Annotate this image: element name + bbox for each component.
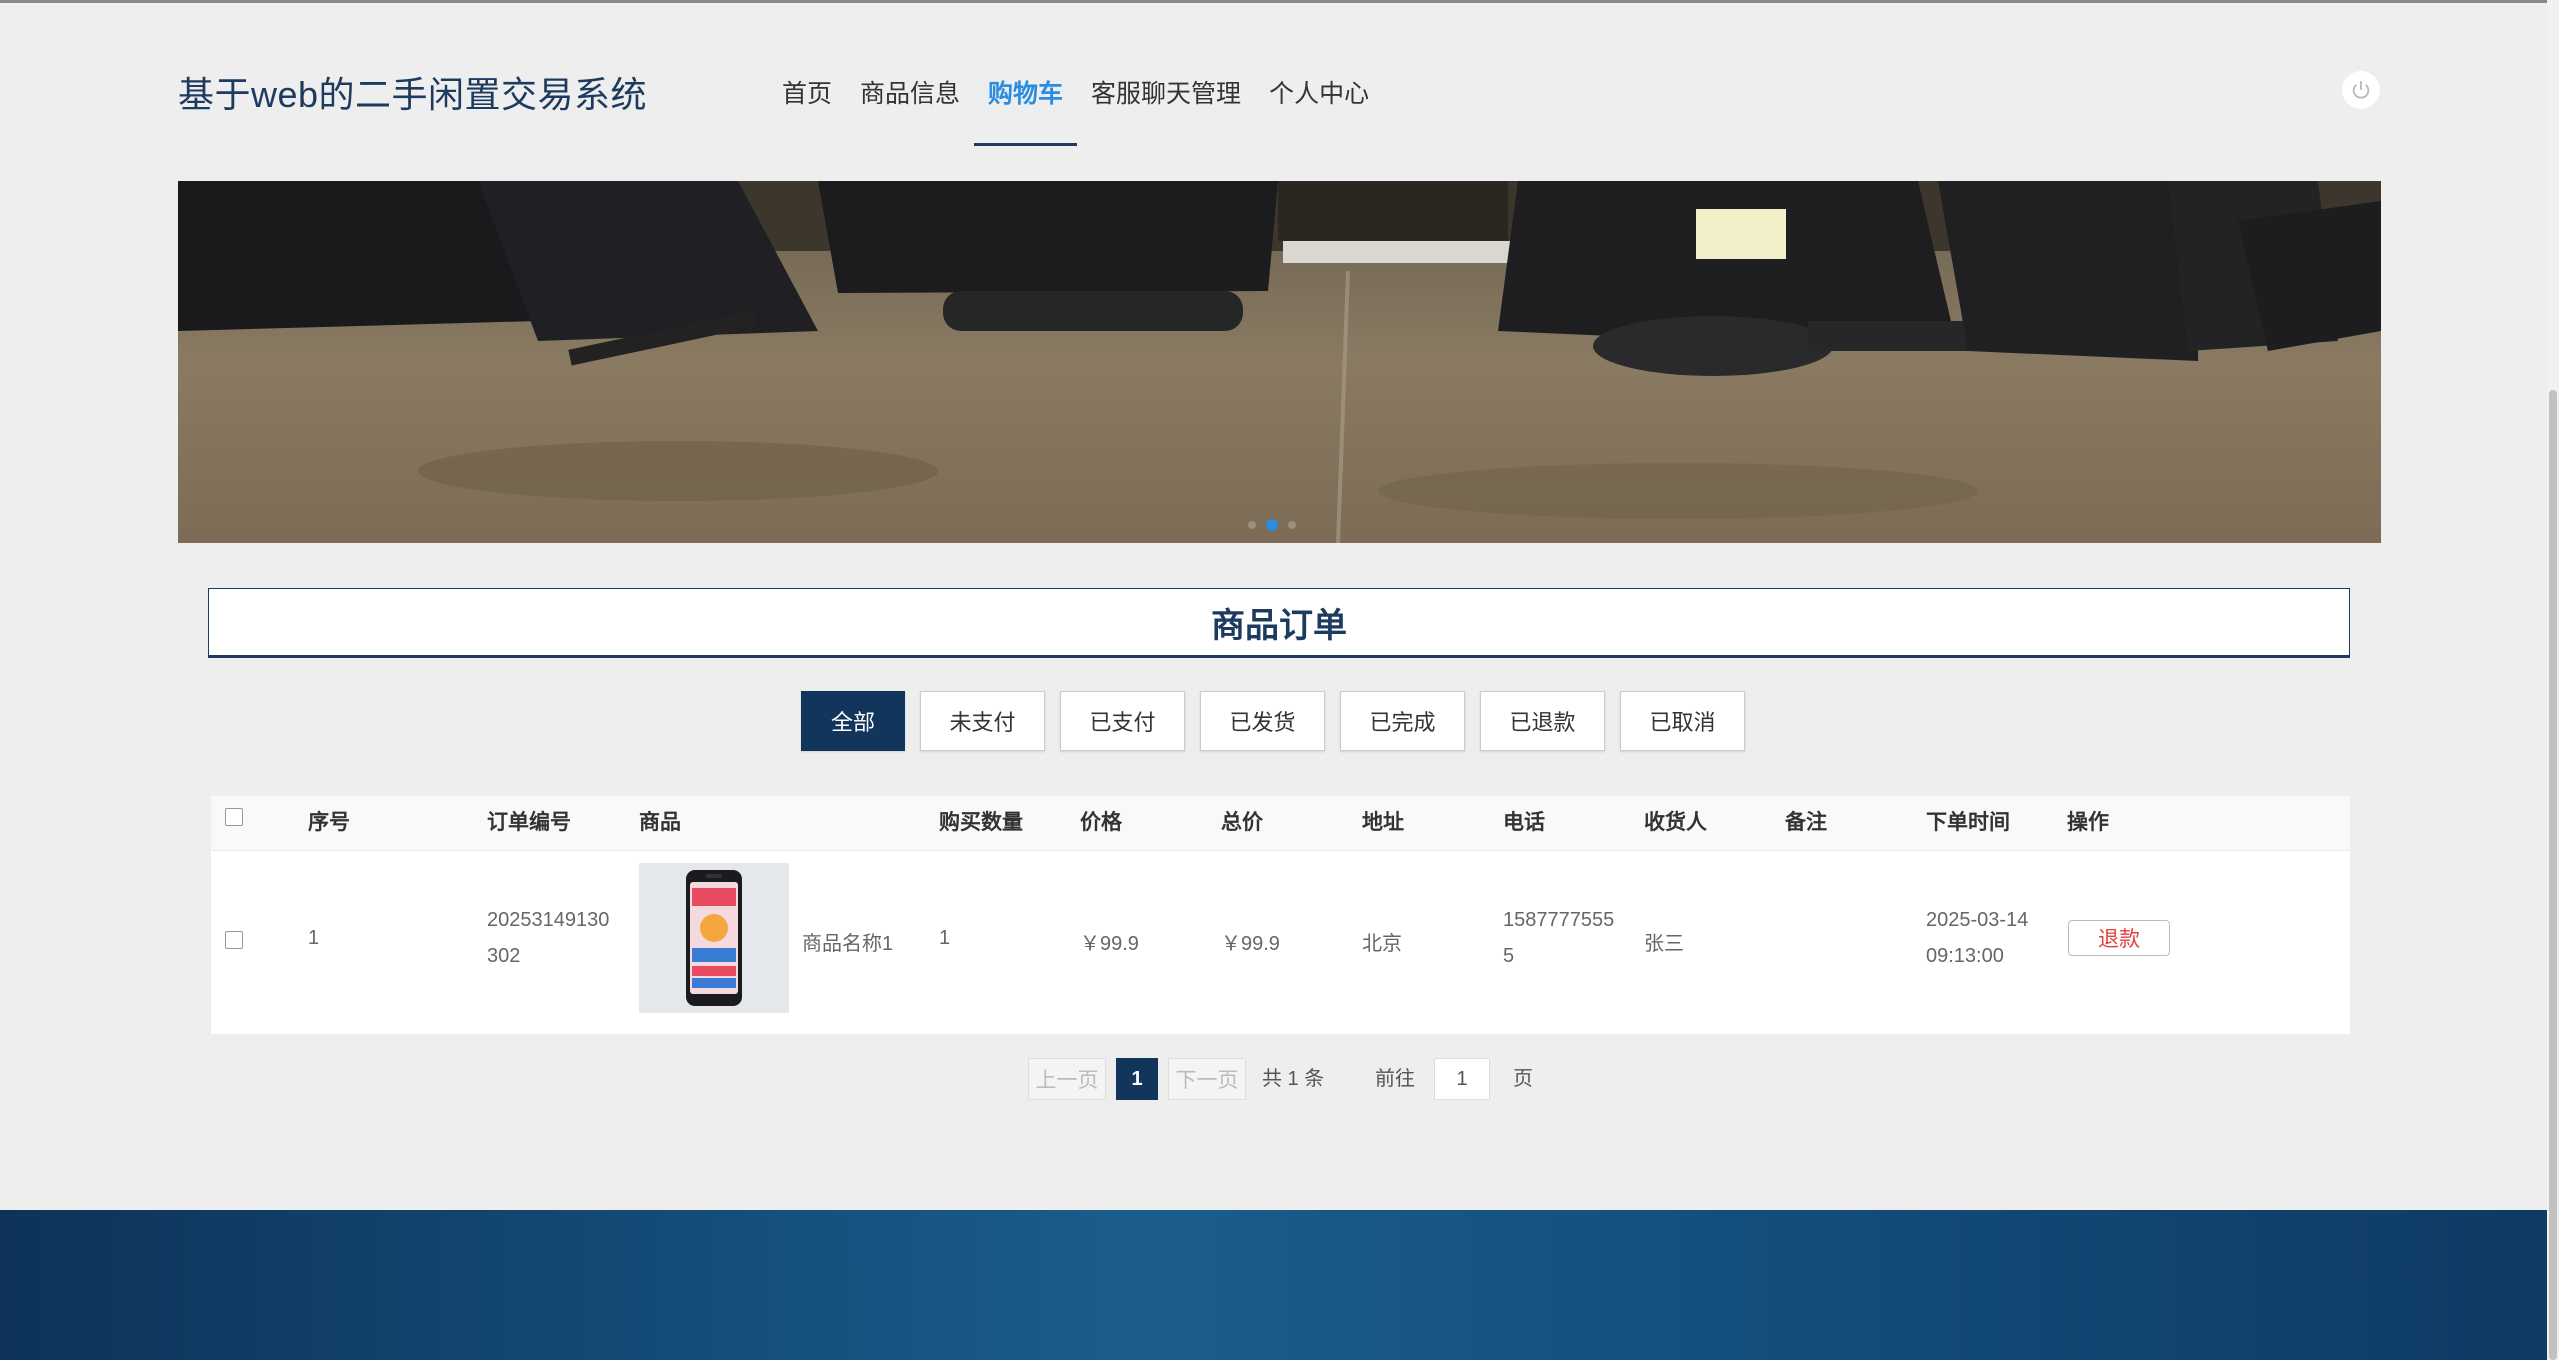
order-status-tabs: 全部 未支付 已支付 已发货 已完成 已退款 已取消 [801,691,1745,751]
tab-refunded[interactable]: 已退款 [1480,691,1605,751]
tab-unpaid[interactable]: 未支付 [920,691,1045,751]
banner-carousel[interactable] [178,181,2381,543]
tab-shipped[interactable]: 已发货 [1200,691,1325,751]
col-receiver: 收货人 [1644,811,1707,834]
page-scrollbar[interactable] [2547,0,2559,1360]
goto-label: 前往 [1375,1068,1415,1090]
carousel-dot[interactable] [1288,521,1296,529]
banner-image [178,181,2381,543]
row-checkbox[interactable] [225,931,243,949]
nav-item-chat[interactable]: 客服聊天管理 [1077,60,1255,144]
tab-completed[interactable]: 已完成 [1340,691,1465,751]
col-price: 价格 [1080,811,1122,834]
carousel-dots [1248,519,1296,531]
col-order-no: 订单编号 [487,811,571,834]
refund-button[interactable]: 退款 [2068,920,2170,956]
page-suffix: 页 [1513,1068,1533,1090]
panel-title: 商品订单 [208,588,2350,658]
carousel-dot-active[interactable] [1266,519,1278,531]
select-all-checkbox[interactable] [225,808,243,826]
cell-phone: 15877775555 [1503,909,1615,967]
scrollbar-thumb[interactable] [2549,390,2557,1360]
footer [0,1210,2547,1360]
col-action: 操作 [2067,811,2109,834]
col-total: 总价 [1221,811,1263,834]
page-number-current[interactable]: 1 [1116,1058,1158,1100]
next-page-button[interactable]: 下一页 [1168,1058,1246,1100]
carousel-dot[interactable] [1248,521,1256,529]
tab-all[interactable]: 全部 [801,691,905,751]
nav-item-products[interactable]: 商品信息 [846,60,974,144]
col-remark: 备注 [1785,811,1827,834]
nav-item-profile[interactable]: 个人中心 [1255,60,1383,144]
tab-paid[interactable]: 已支付 [1060,691,1185,751]
cell-price: ￥99.9 [1080,933,1139,955]
prev-page-button[interactable]: 上一页 [1028,1058,1106,1100]
product-thumbnail[interactable] [639,863,789,1013]
col-order-time: 下单时间 [1926,811,2010,834]
main-nav: 首页 商品信息 购物车 客服聊天管理 个人中心 [768,60,1383,146]
table-header: 序号 订单编号 商品 购买数量 价格 总价 地址 电话 收货人 备注 下单时间 … [211,796,2350,851]
cell-order-no: 20253149130302 [487,909,610,967]
col-address: 地址 [1362,811,1404,834]
cell-total: ￥99.9 [1221,933,1280,955]
logout-button[interactable] [2342,71,2380,109]
cell-receiver: 张三 [1644,933,1684,955]
col-phone: 电话 [1503,811,1545,834]
col-quantity: 购买数量 [939,811,1023,834]
top-border [0,0,2559,3]
cell-product-name: 商品名称1 [802,933,894,955]
total-count: 共 1 条 [1262,1068,1325,1090]
tab-cancelled[interactable]: 已取消 [1620,691,1745,751]
nav-item-home[interactable]: 首页 [768,60,846,144]
power-icon [2352,80,2370,99]
site-title: 基于web的二手闲置交易系统 [178,74,648,115]
col-index: 序号 [308,811,350,834]
cell-address: 北京 [1362,933,1402,955]
col-product: 商品 [639,811,681,834]
goto-page-input[interactable] [1434,1058,1490,1100]
nav-item-cart[interactable]: 购物车 [974,60,1078,146]
phone-image-icon [686,870,742,1006]
cell-order-time: 2025-03-14 09:13:00 [1926,909,2029,967]
cell-quantity: 1 [939,927,951,949]
order-table: 序号 订单编号 商品 购买数量 价格 总价 地址 电话 收货人 备注 下单时间 … [211,796,2350,1034]
cell-index: 1 [308,927,320,949]
